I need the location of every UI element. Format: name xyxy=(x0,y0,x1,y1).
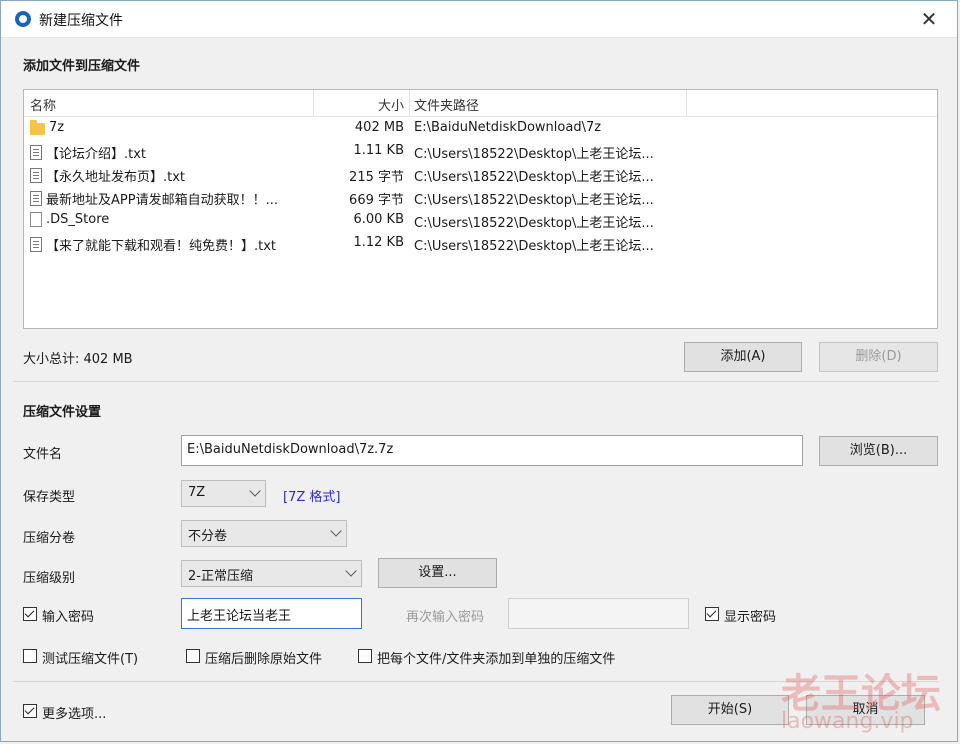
total-size-text: 大小总计: 402 MB xyxy=(23,352,133,367)
save-type-value: 7Z xyxy=(188,485,206,500)
delete-after-checkbox[interactable] xyxy=(186,649,200,663)
volume-select[interactable]: 不分卷 xyxy=(181,520,347,547)
file-row[interactable]: 【论坛介绍】.txt 1.11 KB C:\Users\18522\Deskto… xyxy=(24,140,937,163)
password-input[interactable]: 上老王论坛当老王 xyxy=(181,598,362,629)
show-password-checkbox[interactable] xyxy=(705,607,719,621)
password-checkbox-label: 输入密码 xyxy=(42,610,95,625)
text-file-icon xyxy=(30,191,42,206)
archive-settings-section-title: 压缩文件设置 xyxy=(23,405,102,420)
file-row[interactable]: 7z 402 MB E:\BaiduNetdiskDownload\7z xyxy=(24,117,937,140)
blank-file-icon xyxy=(30,212,42,227)
file-name: 【永久地址发布页】.txt xyxy=(46,170,186,185)
test-archive-checkbox[interactable] xyxy=(23,649,37,663)
text-file-icon xyxy=(30,168,42,183)
file-size: 402 MB xyxy=(354,120,404,135)
password-checkbox[interactable] xyxy=(23,607,37,621)
test-archive-label: 测试压缩文件(T) xyxy=(42,652,139,667)
text-file-icon xyxy=(30,145,42,160)
column-divider[interactable] xyxy=(686,90,687,116)
save-type-label: 保存类型 xyxy=(23,490,76,505)
add-files-section-title: 添加文件到压缩文件 xyxy=(23,59,141,74)
more-options-label: 更多选项... xyxy=(42,707,107,722)
browse-button[interactable]: 浏览(B)... xyxy=(819,436,938,466)
file-name: 7z xyxy=(49,120,65,135)
folder-icon xyxy=(30,120,45,135)
file-path: C:\Users\18522\Desktop\上老王论坛... xyxy=(414,193,654,208)
compression-level-label: 压缩级别 xyxy=(23,571,76,586)
window-title: 新建压缩文件 xyxy=(39,13,123,29)
file-size: 669 字节 xyxy=(349,193,404,208)
file-size: 6.00 KB xyxy=(353,212,404,227)
file-size: 1.12 KB xyxy=(353,235,404,250)
file-name: 【论坛介绍】.txt xyxy=(46,147,147,162)
add-button[interactable]: 添加(A) xyxy=(684,342,802,372)
volume-value: 不分卷 xyxy=(188,529,228,544)
file-list-header: 名称 大小 文件夹路径 xyxy=(24,90,937,117)
file-path: C:\Users\18522\Desktop\上老王论坛... xyxy=(414,216,654,231)
filename-input[interactable]: E:\BaiduNetdiskDownload\7z.7z xyxy=(181,435,803,466)
title-bar: 新建压缩文件 ✕ xyxy=(1,1,957,38)
watermark-url: laowang.vip xyxy=(781,709,914,734)
format-note: [7Z 格式] xyxy=(283,490,341,505)
chevron-down-icon xyxy=(249,485,261,497)
separate-archives-label: 把每个文件/文件夹添加到单独的压缩文件 xyxy=(377,652,616,667)
file-row[interactable]: .DS_Store 6.00 KB C:\Users\18522\Desktop… xyxy=(24,209,937,232)
file-size: 215 字节 xyxy=(349,170,404,185)
chevron-down-icon xyxy=(330,525,342,537)
file-path: E:\BaiduNetdiskDownload\7z xyxy=(414,120,602,135)
file-row[interactable]: 【永久地址发布页】.txt 215 字节 C:\Users\18522\Desk… xyxy=(24,163,937,186)
file-name: 【来了就能下载和观看！纯免费！】.txt xyxy=(46,239,277,254)
file-size: 1.11 KB xyxy=(353,143,404,158)
column-header-path[interactable]: 文件夹路径 xyxy=(414,95,479,114)
chevron-down-icon xyxy=(345,565,357,577)
volume-label: 压缩分卷 xyxy=(23,531,76,546)
separate-archives-checkbox[interactable] xyxy=(358,649,372,663)
new-archive-dialog: 新建压缩文件 ✕ 添加文件到压缩文件 名称 大小 文件夹路径 7z 402 MB… xyxy=(0,0,958,742)
settings-button[interactable]: 设置... xyxy=(378,558,497,588)
filename-label: 文件名 xyxy=(23,447,63,462)
section-divider xyxy=(13,381,939,382)
file-list[interactable]: 名称 大小 文件夹路径 7z 402 MB E:\BaiduNetdiskDow… xyxy=(23,89,938,329)
file-row[interactable]: 【来了就能下载和观看！纯免费！】.txt 1.12 KB C:\Users\18… xyxy=(24,232,937,255)
close-icon[interactable]: ✕ xyxy=(917,7,941,31)
save-type-select[interactable]: 7Z xyxy=(181,480,266,507)
compression-level-select[interactable]: 2-正常压缩 xyxy=(181,560,362,587)
delete-button[interactable]: 删除(D) xyxy=(819,342,938,372)
start-button[interactable]: 开始(S) xyxy=(671,695,789,725)
repeat-password-label: 再次输入密码 xyxy=(406,610,485,625)
show-password-label: 显示密码 xyxy=(724,610,777,625)
app-logo-icon xyxy=(15,11,31,27)
file-path: C:\Users\18522\Desktop\上老王论坛... xyxy=(414,147,654,162)
file-path: C:\Users\18522\Desktop\上老王论坛... xyxy=(414,170,654,185)
text-file-icon xyxy=(30,237,42,252)
delete-after-label: 压缩后删除原始文件 xyxy=(205,652,323,667)
file-row[interactable]: 最新地址及APP请发邮箱自动获取！！... 669 字节 C:\Users\18… xyxy=(24,186,937,209)
file-path: C:\Users\18522\Desktop\上老王论坛... xyxy=(414,239,654,254)
file-name: .DS_Store xyxy=(46,212,110,227)
column-header-size[interactable]: 大小 xyxy=(314,95,404,114)
column-divider[interactable] xyxy=(409,90,410,116)
file-name: 最新地址及APP请发邮箱自动获取！！... xyxy=(46,193,278,208)
more-options-checkbox[interactable] xyxy=(23,704,37,718)
column-header-name[interactable]: 名称 xyxy=(30,95,56,114)
compression-level-value: 2-正常压缩 xyxy=(188,569,253,584)
repeat-password-input[interactable] xyxy=(508,598,689,629)
